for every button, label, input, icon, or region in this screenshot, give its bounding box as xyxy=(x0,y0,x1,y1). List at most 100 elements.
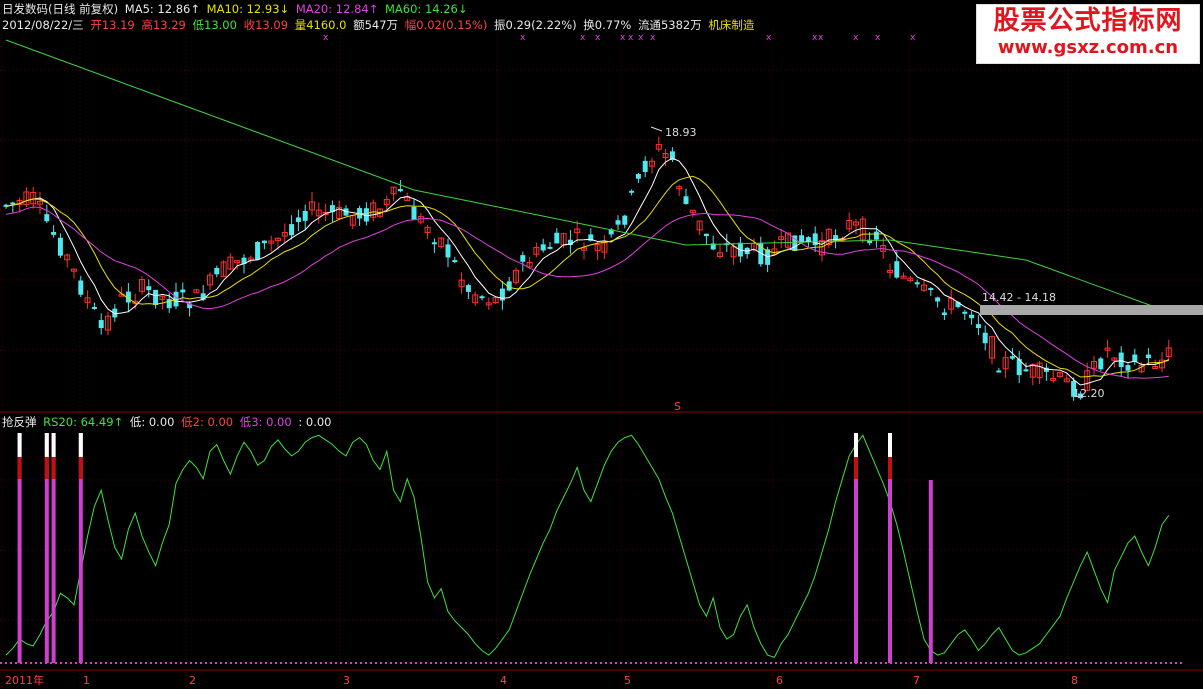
ma5-label: MA5: 12.86↑ xyxy=(124,2,200,16)
x-tick-label: 1 xyxy=(83,674,90,687)
ma20-label: MA20: 12.84↑ xyxy=(295,2,379,16)
event-marker: x xyxy=(766,33,772,43)
ma60-label: MA60: 14.26↓ xyxy=(385,2,468,16)
header-quote-line: 2012/08/22/三 开13.19 高13.29 低13.00 收13.09… xyxy=(2,17,757,33)
candle-body xyxy=(1023,369,1029,372)
candle-body xyxy=(622,215,628,225)
low1-label: 低: 0.00 xyxy=(129,415,175,429)
signal-bar xyxy=(928,480,933,663)
candle-body xyxy=(411,206,417,221)
candle-body xyxy=(975,324,981,329)
x-tick-label: 3 xyxy=(343,674,350,687)
quote-low: 低13.00 xyxy=(192,18,237,32)
x-tick-label: 2 xyxy=(189,674,196,687)
candle-body xyxy=(261,240,267,244)
high-price-label: 18.93 xyxy=(665,126,697,139)
signal-bar-cap-white xyxy=(78,433,83,457)
candle-body xyxy=(540,244,546,251)
candle-body xyxy=(180,289,186,293)
candle-body xyxy=(554,232,560,244)
candle-body xyxy=(615,220,621,225)
candle-body xyxy=(520,255,526,262)
chart-canvas: 2011年 1 2 3 4 5 6 7 818.9312.2014.42 - 14.18Sx x x… xyxy=(0,30,1203,689)
candle-body xyxy=(1118,352,1124,367)
x-tick-label: 8 xyxy=(1071,674,1078,687)
candle-body xyxy=(1009,356,1015,359)
x-tick-label: 2011年 xyxy=(5,673,44,687)
candle-body xyxy=(302,210,308,221)
signal-bar-cap-red xyxy=(51,457,56,479)
stock-title: 日发数码(日线 前复权) xyxy=(2,2,119,16)
quote-high: 高13.29 xyxy=(141,18,186,32)
quote-sector: 机床制造 xyxy=(708,18,755,32)
header-ma-line: 日发数码(日线 前复权) MA5: 12.86↑ MA10: 12.93↓ MA… xyxy=(2,1,471,17)
extra-label: : 0.00 xyxy=(298,415,332,429)
signal-bar-cap-red xyxy=(888,457,892,479)
quote-amplitude: 振0.29(2.22%) xyxy=(494,18,577,32)
watermark-url: www.gsxz.com.cn xyxy=(997,37,1179,58)
candle-body xyxy=(935,297,941,302)
event-marker: x xyxy=(853,33,859,43)
low2-label: 低2: 0.00 xyxy=(181,415,234,429)
candle-body xyxy=(928,288,934,291)
candle-body xyxy=(431,242,437,245)
signal-bar-cap-red xyxy=(17,457,22,479)
x-tick-label: 4 xyxy=(500,674,507,687)
indicator-name: 抢反弹 xyxy=(2,415,37,429)
event-marker: x xyxy=(650,33,656,43)
low3-label: 低3: 0.00 xyxy=(239,415,292,429)
candle-body xyxy=(91,306,97,309)
candle-body xyxy=(996,370,1002,373)
candle-body xyxy=(289,224,295,236)
candle-body xyxy=(479,296,485,299)
candle-body xyxy=(465,285,471,292)
event-marker: x xyxy=(628,33,634,43)
candle-body xyxy=(51,231,57,235)
x-tick-label: 6 xyxy=(776,674,783,687)
candle-body xyxy=(255,241,261,260)
candle-body xyxy=(642,160,648,172)
candle-body xyxy=(1098,358,1104,370)
quote-change: 幅0.02(0.15%) xyxy=(404,18,488,32)
candle-body xyxy=(969,314,975,319)
watermark-logo: 股票公式指标网 www.gsxz.com.cn xyxy=(976,4,1200,64)
signal-bar-cap-red xyxy=(44,457,49,479)
candle-body xyxy=(98,320,104,329)
quote-volume: 量4160.0 xyxy=(294,18,347,32)
ma60-line xyxy=(5,39,1169,313)
candle-body xyxy=(683,196,689,204)
signal-bar-cap-red xyxy=(854,457,858,479)
event-marker: x xyxy=(620,33,626,43)
event-marker: x xyxy=(910,33,916,43)
candle-body xyxy=(873,231,879,240)
signal-bar-cap-white xyxy=(17,433,22,457)
candle-body xyxy=(295,217,301,222)
dividend-marker: S xyxy=(674,400,681,413)
candle-body xyxy=(1145,354,1151,359)
event-marker: x xyxy=(875,33,881,43)
quote-turnover: 换0.77% xyxy=(583,18,632,32)
signal-bar-cap-white xyxy=(44,433,49,457)
x-tick-label: 5 xyxy=(624,674,631,687)
event-marker: x xyxy=(595,33,601,43)
rs20-line xyxy=(5,434,1170,659)
candle-body xyxy=(629,190,635,193)
signal-bar-cap-white xyxy=(888,433,892,457)
quote-float: 流通5382万 xyxy=(637,18,702,32)
candle-body xyxy=(982,332,988,344)
candle-body xyxy=(703,233,709,237)
quote-amount: 额547万 xyxy=(353,18,399,32)
ma10-label: MA10: 12.93↓ xyxy=(206,2,290,16)
candle-body xyxy=(547,246,553,249)
signal-bar-cap-red xyxy=(78,457,83,479)
quote-close: 收13.09 xyxy=(243,18,289,32)
candle-body xyxy=(635,173,641,179)
candle-body xyxy=(894,261,900,278)
candle-body xyxy=(799,235,805,243)
quote-date: 2012/08/22/三 xyxy=(2,18,84,32)
candle-body xyxy=(57,237,63,256)
candle-body xyxy=(941,312,947,315)
candle-body xyxy=(146,286,152,291)
candle-body xyxy=(397,189,403,192)
candle-body xyxy=(214,267,220,275)
